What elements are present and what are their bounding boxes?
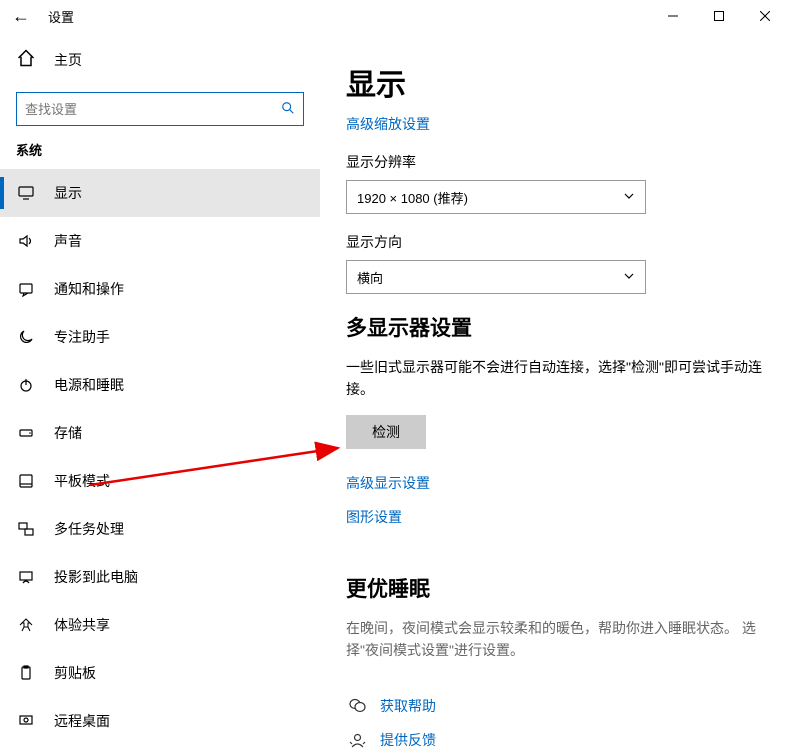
sidebar-item-display[interactable]: 显示 — [0, 169, 320, 217]
sleep-title: 更优睡眠 — [346, 573, 762, 603]
projecting-icon — [16, 569, 36, 585]
sidebar-item-label: 体验共享 — [54, 615, 110, 635]
orientation-label: 显示方向 — [346, 232, 762, 252]
back-button[interactable]: ← — [12, 6, 48, 27]
multitasking-icon — [16, 521, 36, 537]
window-title: 设置 — [48, 7, 74, 26]
get-help-row: 获取帮助 — [346, 696, 762, 716]
sidebar-home[interactable]: 主页 — [16, 40, 304, 80]
focus-assist-icon — [16, 329, 36, 345]
sidebar-item-label: 远程桌面 — [54, 711, 110, 731]
search-box[interactable] — [16, 92, 304, 126]
sidebar-item-label: 平板模式 — [54, 471, 110, 491]
sidebar-item-label: 声音 — [54, 231, 82, 251]
detect-button[interactable]: 检测 — [346, 415, 426, 449]
resolution-value: 1920 × 1080 (推荐) — [357, 188, 623, 207]
orientation-select[interactable]: 横向 — [346, 260, 646, 294]
sidebar-item-projecting[interactable]: 投影到此电脑 — [0, 553, 320, 601]
remote-icon — [16, 713, 36, 729]
sidebar-item-notifications[interactable]: 通知和操作 — [0, 265, 320, 313]
resolution-select[interactable]: 1920 × 1080 (推荐) — [346, 180, 646, 214]
multi-monitor-title: 多显示器设置 — [346, 312, 762, 342]
get-help-link[interactable]: 获取帮助 — [380, 696, 436, 716]
graphics-settings-link[interactable]: 图形设置 — [346, 507, 402, 527]
sidebar-nav: 显示 声音 通知和操作 专注助手 电源和睡眠 存储 平板模式 多 — [0, 169, 320, 745]
advanced-scaling-link[interactable]: 高级缩放设置 — [346, 114, 430, 134]
home-icon — [16, 48, 36, 72]
sidebar-item-label: 专注助手 — [54, 327, 110, 347]
feedback-row: 提供反馈 — [346, 730, 762, 750]
sidebar-home-label: 主页 — [54, 50, 82, 70]
sidebar-item-label: 通知和操作 — [54, 279, 124, 299]
display-icon — [16, 185, 36, 201]
sound-icon — [16, 233, 36, 249]
titlebar: ← 设置 — [0, 0, 788, 32]
close-button[interactable] — [742, 0, 788, 32]
sidebar: 主页 系统 显示 声音 通知和操作 专注助手 电源和睡眠 存储 — [0, 32, 320, 755]
sidebar-item-clipboard[interactable]: 剪贴板 — [0, 649, 320, 697]
sidebar-item-focus-assist[interactable]: 专注助手 — [0, 313, 320, 361]
sidebar-item-label: 显示 — [54, 183, 82, 203]
sidebar-item-label: 剪贴板 — [54, 663, 96, 683]
notifications-icon — [16, 281, 36, 297]
orientation-value: 横向 — [357, 268, 623, 287]
sidebar-item-multitasking[interactable]: 多任务处理 — [0, 505, 320, 553]
main-content: 显示 高级缩放设置 显示分辨率 1920 × 1080 (推荐) 显示方向 横向… — [320, 32, 788, 755]
sidebar-item-label: 投影到此电脑 — [54, 567, 138, 587]
sidebar-item-sound[interactable]: 声音 — [0, 217, 320, 265]
sidebar-item-remote-desktop[interactable]: 远程桌面 — [0, 697, 320, 745]
search-icon — [281, 101, 295, 118]
sidebar-group-label: 系统 — [0, 140, 320, 169]
chevron-down-icon — [623, 270, 635, 285]
storage-icon — [16, 425, 36, 441]
resolution-label: 显示分辨率 — [346, 152, 762, 172]
shared-icon — [16, 617, 36, 633]
maximize-button[interactable] — [696, 0, 742, 32]
search-input[interactable] — [25, 102, 281, 117]
sidebar-item-storage[interactable]: 存储 — [0, 409, 320, 457]
sidebar-item-label: 电源和睡眠 — [54, 375, 124, 395]
sidebar-item-shared-experiences[interactable]: 体验共享 — [0, 601, 320, 649]
chevron-down-icon — [623, 190, 635, 205]
advanced-display-link[interactable]: 高级显示设置 — [346, 473, 430, 493]
tablet-icon — [16, 473, 36, 489]
feedback-icon — [346, 731, 368, 748]
sidebar-item-tablet-mode[interactable]: 平板模式 — [0, 457, 320, 505]
minimize-button[interactable] — [650, 0, 696, 32]
sleep-desc: 在晚间，夜间模式会显示较柔和的暖色，帮助你进入睡眠状态。 选择"夜间模式设置"进… — [346, 617, 762, 662]
sidebar-item-label: 多任务处理 — [54, 519, 124, 539]
sidebar-item-power-sleep[interactable]: 电源和睡眠 — [0, 361, 320, 409]
feedback-link[interactable]: 提供反馈 — [380, 730, 436, 750]
multi-monitor-desc: 一些旧式显示器可能不会进行自动连接，选择"检测"即可尝试手动连接。 — [346, 356, 762, 401]
page-title: 显示 — [346, 60, 762, 104]
sidebar-item-label: 存储 — [54, 423, 82, 443]
help-icon — [346, 697, 368, 714]
clipboard-icon — [16, 665, 36, 681]
power-icon — [16, 377, 36, 393]
